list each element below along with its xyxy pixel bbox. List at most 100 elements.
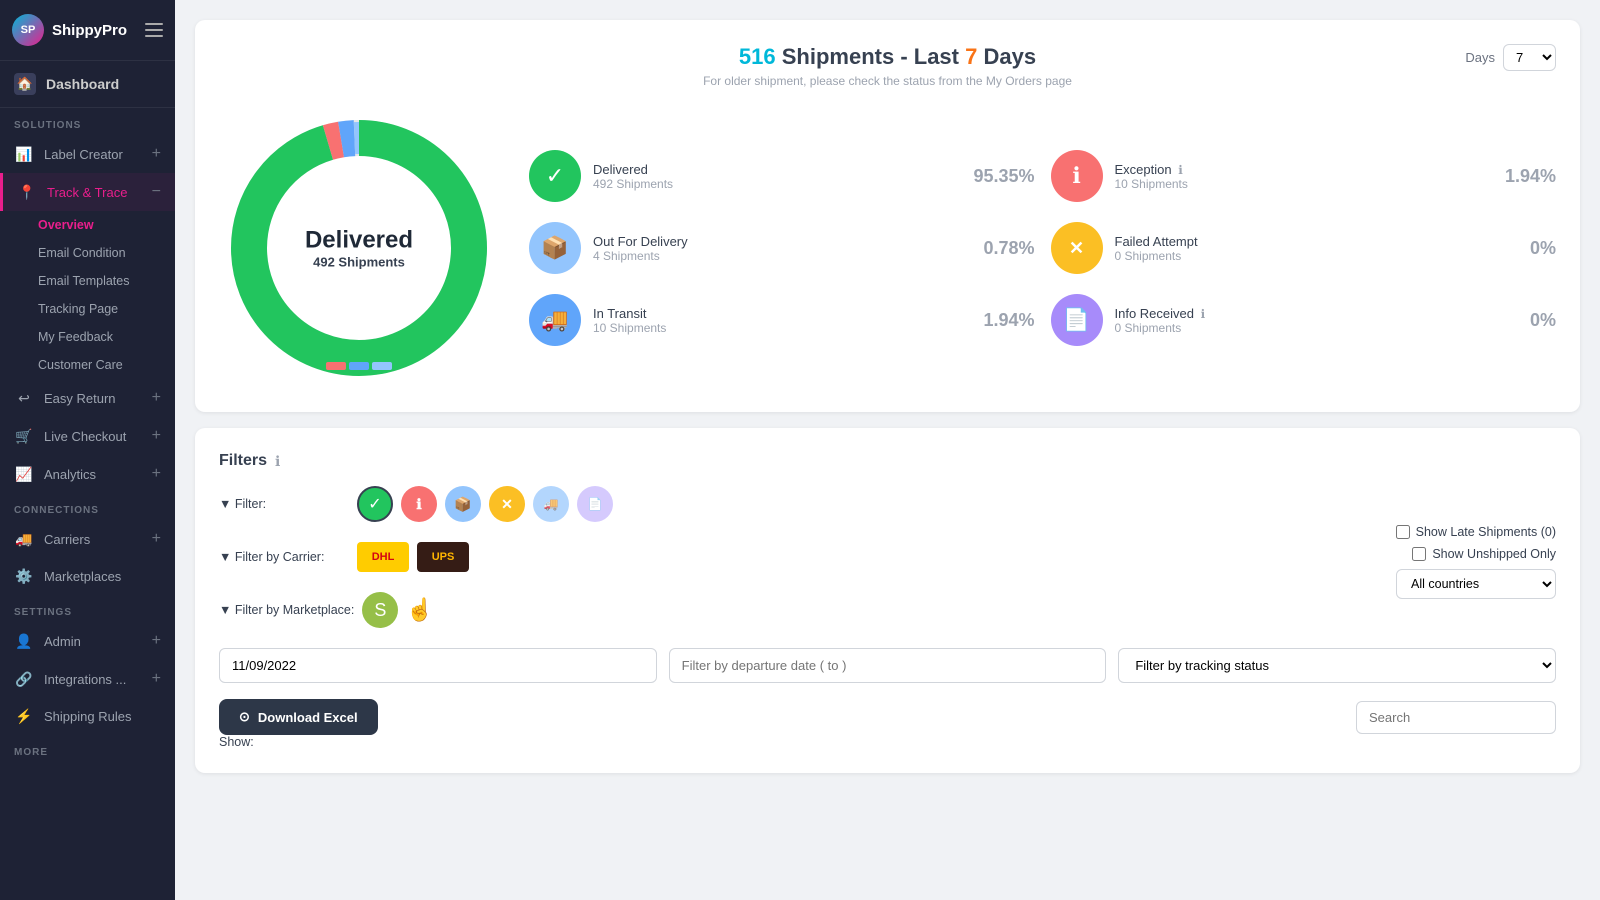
failed-attempt-label: Failed Attempt <box>1115 234 1518 249</box>
in-transit-label: In Transit <box>593 306 971 321</box>
live-checkout-label: Live Checkout <box>44 429 126 444</box>
sidebar-item-label-creator[interactable]: 📊 Label Creator + <box>0 135 175 173</box>
sidebar-item-admin[interactable]: 👤 Admin + <box>0 622 175 660</box>
sidebar-subitem-email-condition[interactable]: Email Condition <box>0 239 175 267</box>
out-for-delivery-count: 4 Shipments <box>593 249 971 263</box>
exception-icon: ℹ <box>1051 150 1103 202</box>
connections-section-label: CONNECTIONS <box>0 493 175 520</box>
in-transit-pct: 1.94% <box>983 310 1034 331</box>
admin-icon: 👤 <box>14 633 34 650</box>
days-highlight: 7 <box>965 44 977 69</box>
sidebar-item-analytics[interactable]: 📈 Analytics + <box>0 455 175 493</box>
show-late-shipments-checkbox[interactable] <box>1396 525 1410 539</box>
date-filter-row: Filter by tracking status <box>219 648 1556 683</box>
stat-out-for-delivery: 📦 Out For Delivery 4 Shipments 0.78% <box>529 222 1035 274</box>
sidebar-item-integrations[interactable]: 🔗 Integrations ... + <box>0 660 175 698</box>
more-section-label: MORE <box>0 735 175 762</box>
shipment-count: 516 <box>739 44 776 69</box>
info-received-label: Info Received ℹ <box>1115 306 1518 321</box>
integrations-icon: 🔗 <box>14 671 34 688</box>
show-late-shipments-row: Show Late Shipments (0) <box>1396 525 1556 539</box>
stat-exception: ℹ Exception ℹ 10 Shipments 1.94% <box>1051 150 1557 202</box>
hamburger-menu[interactable] <box>145 23 163 37</box>
chart-title: 516 Shipments - Last 7 Days <box>219 44 1556 70</box>
sidebar-subitem-email-templates[interactable]: Email Templates <box>0 267 175 295</box>
track-trace-expand-icon[interactable]: − <box>152 183 161 201</box>
main-content: 516 Shipments - Last 7 Days For older sh… <box>175 0 1600 900</box>
analytics-label: Analytics <box>44 467 96 482</box>
in-transit-count: 10 Shipments <box>593 321 971 335</box>
sidebar-subitem-customer-care[interactable]: Customer Care <box>0 351 175 379</box>
download-excel-button[interactable]: ⊙ Download Excel <box>219 699 378 735</box>
easy-return-label: Easy Return <box>44 391 116 406</box>
failed-attempt-pct: 0% <box>1530 238 1556 259</box>
show-unshipped-row: Show Unshipped Only <box>1412 547 1556 561</box>
ups-carrier-filter[interactable]: UPS <box>417 542 469 572</box>
in-transit-icon: 🚚 <box>529 294 581 346</box>
sidebar-subitem-my-feedback[interactable]: My Feedback <box>0 323 175 351</box>
cursor-pointer-icon: ☝ <box>406 597 433 623</box>
analytics-icon: 📈 <box>14 466 34 483</box>
filter-bubble-info-received[interactable]: 📄 <box>577 486 613 522</box>
days-selector: Days 7 14 30 <box>1465 44 1556 71</box>
sidebar-subitem-tracking-page[interactable]: Tracking Page <box>0 295 175 323</box>
admin-label: Admin <box>44 634 81 649</box>
settings-section-label: SETTINGS <box>0 595 175 622</box>
sidebar-item-track-trace[interactable]: 📍 Track & Trace − <box>0 173 175 211</box>
solutions-section-label: SOLUTIONS <box>0 108 175 135</box>
sidebar-subitem-overview[interactable]: Overview <box>0 211 175 239</box>
sidebar-item-carriers[interactable]: 🚚 Carriers + <box>0 520 175 558</box>
carriers-expand-icon[interactable]: + <box>152 530 161 548</box>
out-for-delivery-label: Out For Delivery <box>593 234 971 249</box>
shipments-card: 516 Shipments - Last 7 Days For older sh… <box>195 20 1580 412</box>
status-filter-row: ▼ Filter: ✓ ℹ 📦 ✕ 🚚 <box>219 486 613 522</box>
tracking-status-select[interactable]: Filter by tracking status <box>1118 648 1556 683</box>
chart-section: Delivered 492 Shipments ✓ Delivered 492 … <box>219 108 1556 388</box>
carrier-filter-label: ▼ Filter by Carrier: <box>219 550 349 564</box>
country-select[interactable]: All countries <box>1396 569 1556 599</box>
sidebar: SP ShippyPro 🏠 Dashboard SOLUTIONS 📊 Lab… <box>0 0 175 900</box>
date-from-input[interactable] <box>219 648 657 683</box>
sidebar-item-dashboard[interactable]: 🏠 Dashboard <box>0 61 175 108</box>
filter-bubble-in-transit[interactable]: 🚚 <box>533 486 569 522</box>
label-creator-expand-icon[interactable]: + <box>152 145 161 163</box>
admin-expand-icon[interactable]: + <box>152 632 161 650</box>
show-row: Show: <box>219 735 1556 749</box>
track-trace-icon: 📍 <box>17 184 37 201</box>
search-input[interactable] <box>1356 701 1556 734</box>
sidebar-item-live-checkout[interactable]: 🛒 Live Checkout + <box>0 417 175 455</box>
carrier-filter-row: ▼ Filter by Carrier: DHL UPS <box>219 542 613 572</box>
show-late-shipments-label: Show Late Shipments (0) <box>1416 525 1556 539</box>
filter-bubble-exception[interactable]: ℹ <box>401 486 437 522</box>
show-unshipped-checkbox[interactable] <box>1412 547 1426 561</box>
info-received-pct: 0% <box>1530 310 1556 331</box>
sidebar-item-easy-return[interactable]: ↩ Easy Return + <box>0 379 175 417</box>
filter-bubble-failed[interactable]: ✕ <box>489 486 525 522</box>
delivered-pct: 95.35% <box>973 166 1034 187</box>
analytics-expand-icon[interactable]: + <box>152 465 161 483</box>
days-label: Days <box>1465 50 1495 65</box>
marketplaces-label: Marketplaces <box>44 569 121 584</box>
sidebar-item-shipping-rules[interactable]: ⚡ Shipping Rules <box>0 698 175 735</box>
filter-bubble-delivered[interactable]: ✓ <box>357 486 393 522</box>
live-checkout-expand-icon[interactable]: + <box>152 427 161 445</box>
marketplaces-icon: ⚙️ <box>14 568 34 585</box>
filters-title: Filters <box>219 452 267 470</box>
filter-label: ▼ Filter: <box>219 497 349 511</box>
track-trace-label: Track & Trace <box>47 185 127 200</box>
dhl-carrier-filter[interactable]: DHL <box>357 542 409 572</box>
stats-grid: ✓ Delivered 492 Shipments 95.35% 📦 Out F… <box>529 150 1556 346</box>
marketplace-filter-row: ▼ Filter by Marketplace: S ☝ <box>219 592 613 628</box>
days-select[interactable]: 7 14 30 <box>1503 44 1556 71</box>
logo-text: ShippyPro <box>52 22 127 39</box>
sidebar-item-marketplaces[interactable]: ⚙️ Marketplaces <box>0 558 175 595</box>
easy-return-expand-icon[interactable]: + <box>152 389 161 407</box>
date-to-input[interactable] <box>669 648 1107 683</box>
sidebar-header: SP ShippyPro <box>0 0 175 61</box>
shopify-marketplace-filter[interactable]: S <box>362 592 398 628</box>
failed-attempt-icon: ✕ <box>1051 222 1103 274</box>
integrations-expand-icon[interactable]: + <box>152 670 161 688</box>
filters-info-icon: ℹ <box>275 453 280 470</box>
filter-bubble-out-for-delivery[interactable]: 📦 <box>445 486 481 522</box>
logo-icon: SP <box>12 14 44 46</box>
